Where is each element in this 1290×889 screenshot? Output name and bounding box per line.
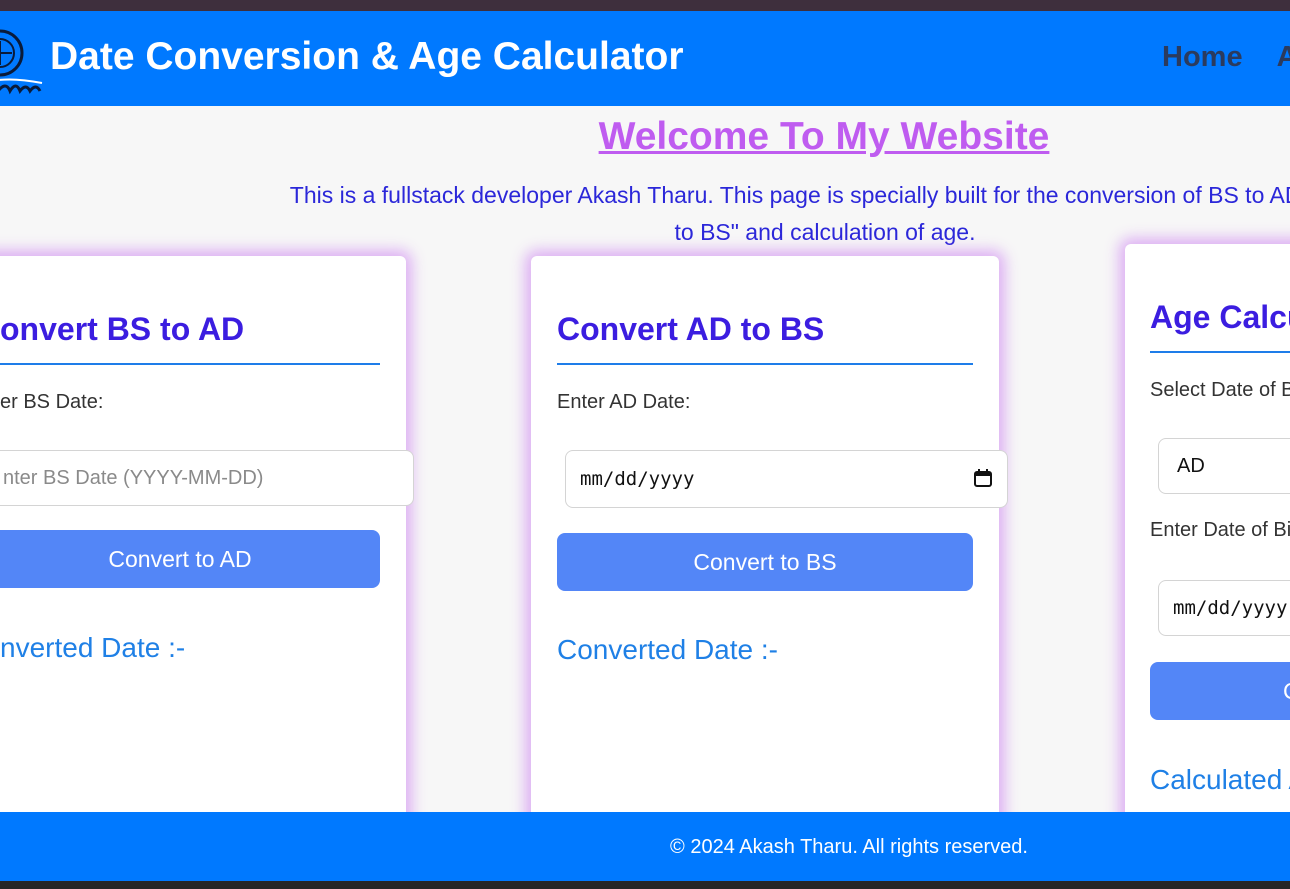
calculate-age-button[interactable]: C: [1150, 662, 1290, 720]
ad-to-bs-title-rule: [557, 363, 973, 365]
site-header: Date Conversion & Age Calculator Home A: [0, 11, 1290, 106]
bs-to-ad-card: onvert BS to AD er BS Date: Convert to A…: [0, 256, 414, 856]
date-type-selected: AD: [1177, 454, 1205, 477]
date-type-select[interactable]: AD: [1158, 438, 1290, 494]
ad-date-label: Enter AD Date:: [557, 391, 691, 413]
age-calculator-title-rule: [1150, 351, 1290, 353]
nav-a-link[interactable]: A: [1277, 41, 1290, 73]
footer-copyright: © 2024 Akash Tharu. All rights reserved.: [670, 836, 1028, 858]
bs-date-input-box: [0, 450, 414, 506]
dob-value: mm/dd/yyyy: [1173, 597, 1288, 619]
site-title: Date Conversion & Age Calculator: [50, 35, 684, 78]
ad-date-input[interactable]: mm/dd/yyyy: [565, 450, 1008, 508]
developer-logo-icon: [0, 29, 43, 95]
bs-to-ad-title-rule: [0, 363, 380, 365]
bs-to-ad-result-label: nverted Date :-: [0, 632, 186, 663]
age-calculator-card: Age Calcu Select Date of B AD Enter Date…: [1125, 244, 1290, 864]
date-type-label: Select Date of B: [1150, 379, 1290, 401]
page: Date Conversion & Age Calculator Home A W…: [0, 11, 1290, 881]
site-footer: © 2024 Akash Tharu. All rights reserved.: [0, 812, 1290, 881]
bs-to-ad-title: onvert BS to AD: [0, 311, 245, 347]
age-result-label: Calculated A: [1150, 764, 1290, 795]
calculate-age-button-label: C: [1283, 678, 1290, 705]
age-calculator-title: Age Calcu: [1150, 299, 1290, 335]
bs-date-input[interactable]: [1, 465, 413, 491]
window-bottom-strip: [0, 881, 1290, 889]
main-nav: Home A: [1162, 41, 1290, 74]
ad-to-bs-result-label: Converted Date :-: [557, 634, 778, 665]
convert-to-bs-button[interactable]: Convert to BS: [557, 533, 973, 591]
intro-text: This is a fullstack developer Akash Thar…: [289, 182, 1290, 245]
ad-to-bs-title: Convert AD to BS: [557, 311, 825, 347]
welcome-heading: Welcome To My Website: [598, 115, 1050, 158]
ad-to-bs-card: Convert AD to BS Enter AD Date: mm/dd/yy…: [531, 256, 1008, 856]
dob-input[interactable]: mm/dd/yyyy: [1158, 580, 1290, 636]
window-top-strip: [0, 0, 1290, 11]
bs-date-label: er BS Date:: [0, 391, 104, 413]
convert-to-ad-button[interactable]: Convert to AD: [0, 530, 380, 588]
nav-home-link[interactable]: Home: [1162, 41, 1243, 73]
dob-label: Enter Date of Bi: [1150, 519, 1290, 541]
ad-date-value: mm/dd/yyyy: [580, 468, 695, 490]
calendar-icon[interactable]: [973, 468, 993, 488]
